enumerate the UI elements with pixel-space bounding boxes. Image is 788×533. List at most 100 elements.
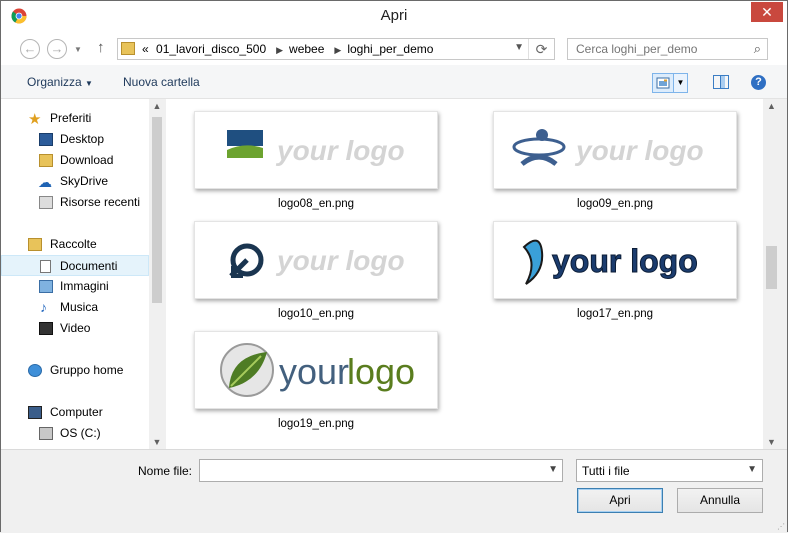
computer-icon	[28, 406, 42, 419]
sidebar-item-label: Download	[60, 153, 114, 167]
navigation-pane: ★ Preferiti Desktop Download ☁ SkyDrive …	[1, 99, 165, 449]
sidebar-item-label: SkyDrive	[60, 174, 109, 188]
breadcrumb-separator-icon[interactable]: ▶	[276, 45, 283, 55]
back-button[interactable]: ←	[20, 39, 40, 59]
scrollbar-thumb[interactable]	[766, 246, 777, 289]
sidebar-item-pictures[interactable]: Immagini	[1, 276, 149, 297]
sidebar-header-favorites[interactable]: ★ Preferiti	[1, 108, 149, 129]
help-button[interactable]: ?	[751, 75, 766, 90]
file-thumbnail[interactable]: your logo	[194, 221, 438, 299]
sidebar-item-label: OS (C:)	[60, 426, 101, 440]
filename-combobox[interactable]: ▼	[199, 459, 563, 482]
sidebar-item-label: Risorse recenti	[60, 195, 141, 209]
sidebar-item-videos[interactable]: Video	[1, 318, 149, 339]
sidebar-item-label: Documenti	[60, 259, 118, 273]
filetype-value: Tutti i file	[582, 464, 630, 478]
pictures-icon	[39, 280, 53, 293]
scroll-down-icon[interactable]: ▼	[149, 437, 165, 447]
file-name[interactable]: logo19_en.png	[194, 418, 438, 430]
svg-text:your logo: your logo	[574, 135, 704, 166]
file-list: your logo logo08_en.png your logo logo09…	[166, 99, 763, 449]
breadcrumb-separator-icon[interactable]: ▶	[334, 45, 341, 55]
filetype-select[interactable]: Tutti i file ▼	[576, 459, 763, 482]
sidebar-item-recent[interactable]: Risorse recenti	[1, 192, 149, 213]
resize-grip-icon[interactable]: ⋰	[777, 522, 785, 531]
sidebar-header-label: Computer	[50, 405, 103, 419]
chevron-down-icon[interactable]: ▼	[548, 464, 558, 475]
file-thumbnail[interactable]: your logo	[493, 111, 737, 189]
close-button[interactable]: ✕	[751, 2, 783, 22]
filename-input[interactable]	[200, 460, 540, 481]
cloud-icon: ☁	[38, 174, 52, 190]
sidebar-item-label: Video	[60, 321, 91, 335]
sidebar-header-computer[interactable]: Computer	[1, 402, 149, 423]
file-name[interactable]: logo08_en.png	[194, 198, 438, 210]
sidebar-item-skydrive[interactable]: ☁ SkyDrive	[1, 171, 149, 192]
sidebar-item-drive-c[interactable]: OS (C:)	[1, 423, 149, 444]
logo-image: your logo	[522, 239, 698, 285]
preview-pane-icon[interactable]	[713, 75, 729, 89]
scroll-up-icon[interactable]: ▲	[763, 101, 780, 111]
desktop-icon	[39, 133, 53, 146]
chevron-down-icon: ▼	[85, 79, 93, 88]
sidebar-item-download[interactable]: Download	[1, 150, 149, 171]
scroll-down-icon[interactable]: ▼	[763, 437, 780, 447]
cancel-button[interactable]: Annulla	[677, 488, 763, 513]
organize-menu[interactable]: Organizza ▼	[27, 75, 93, 89]
search-icon[interactable]: ⌕	[754, 41, 761, 57]
up-button[interactable]: ↑	[97, 39, 105, 56]
sidebar-item-desktop[interactable]: Desktop	[1, 129, 149, 150]
change-view-button[interactable]	[652, 73, 674, 93]
open-button[interactable]: Apri	[577, 488, 663, 513]
view-options-chevron-icon[interactable]: ▼	[674, 73, 688, 93]
download-folder-icon	[39, 154, 53, 167]
title-bar: Apri ✕	[1, 1, 787, 31]
sidebar-scrollbar[interactable]: ▲ ▼	[149, 99, 165, 449]
sidebar-header-libraries[interactable]: Raccolte	[1, 234, 149, 255]
file-name[interactable]: logo17_en.png	[493, 308, 737, 320]
logo-image: your logo	[227, 130, 405, 166]
open-file-dialog: Apri ✕ ← → ▼ ↑ « 01_lavori_disco_500 ▶ web…	[0, 0, 788, 533]
file-thumbnail[interactable]: your logo	[493, 221, 737, 299]
drive-icon	[39, 427, 53, 440]
sidebar-item-documents[interactable]: Documenti	[1, 255, 149, 276]
sidebar-item-music[interactable]: ♪ Musica	[1, 297, 149, 318]
scrollbar-thumb[interactable]	[152, 117, 162, 303]
new-folder-button[interactable]: Nuova cartella	[123, 75, 200, 89]
breadcrumb-item[interactable]: 01_lavori_disco_500	[156, 42, 266, 56]
refresh-button[interactable]: ⟳	[528, 39, 554, 59]
svg-text:your: your	[279, 351, 349, 392]
libraries-icon	[28, 238, 42, 251]
file-list-scrollbar[interactable]: ▲ ▼	[763, 99, 780, 449]
sidebar-header-homegroup[interactable]: Gruppo home	[1, 360, 149, 381]
address-dropdown-icon[interactable]: ▼	[514, 42, 524, 53]
window-title: Apri	[380, 7, 408, 24]
organize-label: Organizza	[27, 75, 82, 89]
logo-image: your logo	[229, 243, 405, 278]
logo-image: your logo	[512, 129, 704, 167]
breadcrumb-item[interactable]: webee	[289, 42, 324, 56]
file-name[interactable]: logo09_en.png	[493, 198, 737, 210]
breadcrumb-item[interactable]: loghi_per_demo	[347, 42, 433, 56]
sidebar-header-label: Preferiti	[50, 111, 92, 125]
search-input[interactable]	[568, 39, 738, 59]
dialog-footer: Nome file: ▼ Tutti i file ▼ Apri Annulla…	[1, 449, 787, 533]
breadcrumb-overflow[interactable]: «	[142, 42, 149, 56]
sidebar-item-label: Desktop	[60, 132, 105, 146]
scroll-up-icon[interactable]: ▲	[149, 101, 165, 111]
address-bar[interactable]: « 01_lavori_disco_500 ▶ webee ▶ loghi_per_de…	[117, 38, 555, 60]
file-thumbnail[interactable]: your logo	[194, 111, 438, 189]
search-box[interactable]: ⌕	[567, 38, 768, 60]
breadcrumb: « 01_lavori_disco_500 ▶ webee ▶ loghi_per_de…	[142, 42, 437, 56]
chevron-down-icon: ▼	[747, 464, 757, 475]
svg-text:your logo: your logo	[552, 243, 698, 279]
file-thumbnail[interactable]: your logo	[194, 331, 438, 409]
forward-button[interactable]: →	[47, 39, 67, 59]
file-name[interactable]: logo10_en.png	[194, 308, 438, 320]
recent-locations-chevron-icon[interactable]: ▼	[74, 45, 82, 54]
svg-text:logo: logo	[347, 351, 415, 392]
svg-text:your logo: your logo	[275, 245, 405, 276]
sidebar-header-label: Gruppo home	[50, 363, 124, 377]
folder-icon	[121, 42, 135, 55]
homegroup-icon	[28, 364, 42, 377]
